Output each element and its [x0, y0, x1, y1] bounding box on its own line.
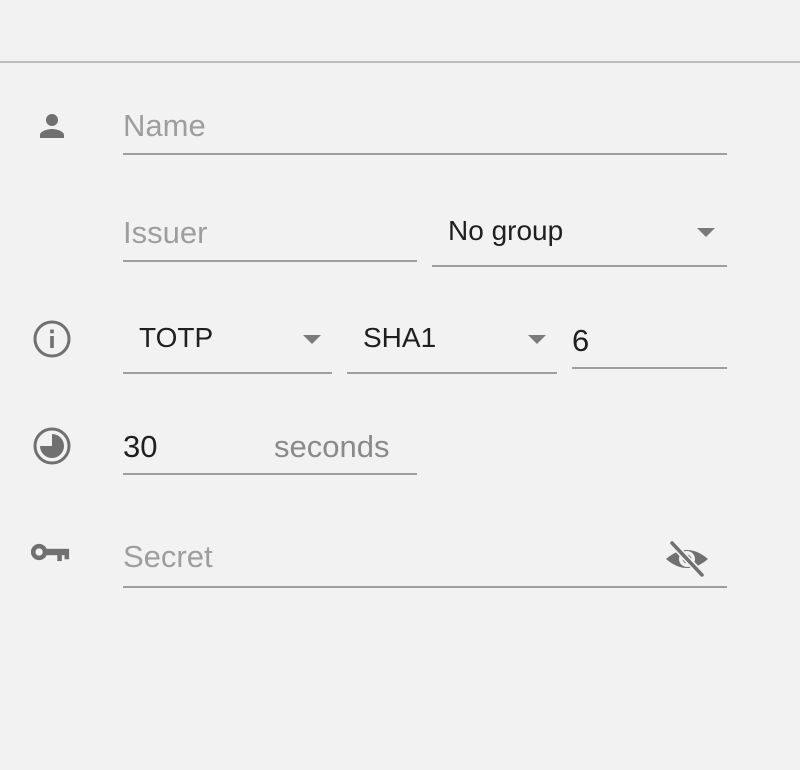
algorithm-selected-value: SHA1	[363, 322, 437, 353]
person-icon	[32, 106, 72, 146]
digits-field[interactable]: 6	[572, 318, 727, 369]
visibility-off-icon[interactable]	[663, 537, 711, 581]
timer-icon	[32, 426, 72, 466]
type-selected-value: TOTP	[139, 322, 214, 353]
info-icon	[32, 319, 72, 359]
period-field[interactable]: 30 seconds	[123, 425, 417, 475]
top-divider	[0, 61, 800, 63]
key-icon	[30, 532, 70, 572]
group-selected-value: No group	[448, 215, 564, 246]
type-select[interactable]: TOTP	[123, 318, 332, 374]
issuer-field[interactable]: Issuer	[123, 211, 417, 262]
secret-field[interactable]: Secret	[123, 533, 727, 588]
issuer-placeholder: Issuer	[123, 215, 208, 250]
period-suffix: seconds	[274, 429, 390, 464]
name-field[interactable]: Name	[123, 104, 727, 155]
chevron-down-icon	[528, 335, 546, 344]
algorithm-select[interactable]: SHA1	[347, 318, 557, 374]
period-value: 30	[123, 429, 158, 464]
secret-placeholder: Secret	[123, 539, 213, 574]
chevron-down-icon	[697, 228, 715, 237]
digits-value: 6	[572, 323, 590, 358]
chevron-down-icon	[303, 335, 321, 344]
group-select[interactable]: No group	[432, 211, 727, 267]
name-placeholder: Name	[123, 108, 206, 143]
